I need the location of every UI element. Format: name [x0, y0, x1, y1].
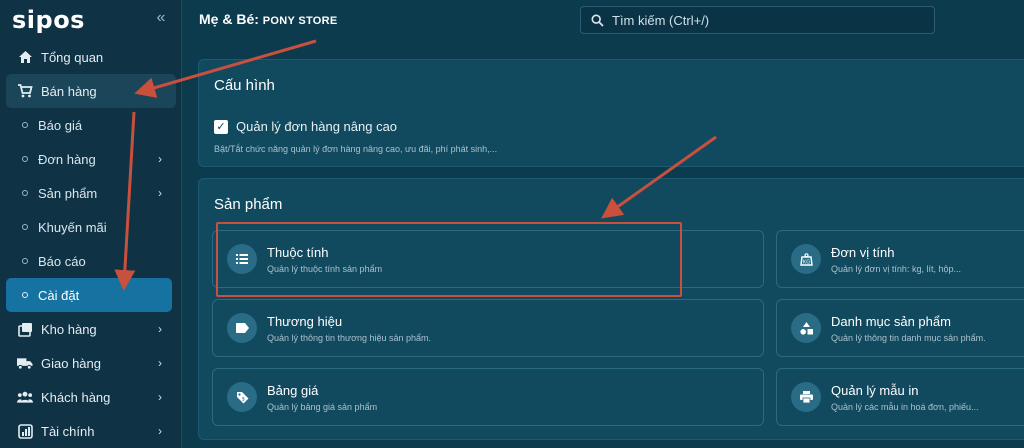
truck-icon [17, 355, 33, 371]
users-icon [17, 389, 33, 405]
collapse-sidebar-icon[interactable]: « [152, 9, 170, 27]
page-title: Mẹ & Bé: PONY STORE [199, 11, 338, 27]
checkbox-label: Quản lý đơn hàng nâng cao [236, 119, 398, 134]
bullet-icon [22, 258, 28, 264]
sidebar-item-label: Kho hàng [41, 321, 97, 337]
list-icon [227, 244, 257, 274]
config-card: Cấu hình ✓ Quản lý đơn hàng nâng cao Bật… [198, 59, 1024, 167]
chevron-right-icon: › [158, 390, 162, 404]
home-icon [17, 49, 33, 65]
tile-price-list[interactable]: $ Bảng giá Quản lý bảng giá sản phẩm [212, 368, 764, 426]
svg-text:KG: KG [802, 259, 809, 265]
sidebar-item-shipping[interactable]: Giao hàng › [0, 346, 182, 380]
sidebar-nav: Tổng quan Bán hàng ⌄ Báo giá Đơn hàng › … [0, 40, 182, 448]
sidebar-item-label: Báo giá [38, 117, 83, 133]
price-tag-icon: $ [227, 382, 257, 412]
chevron-down-icon: ⌄ [145, 84, 156, 98]
search-icon [591, 13, 604, 27]
sidebar-item-sales[interactable]: Bán hàng ⌄ [6, 74, 176, 108]
sidebar-subitem-promotions[interactable]: Khuyến mãi [0, 210, 182, 244]
sidebar-item-label: Tài chính [41, 423, 95, 439]
tile-description: Quản lý thông tin danh mục sản phẩm. [831, 333, 986, 343]
tile-attributes[interactable]: Thuộc tính Quản lý thuộc tính sản phẩm [212, 230, 764, 288]
store-category: Mẹ & Bé: [199, 11, 263, 27]
sidebar-subitem-settings[interactable]: Cài đặt [6, 278, 172, 312]
tile-title: Bảng giá [267, 383, 319, 398]
sidebar-subitem-quotes[interactable]: Báo giá [0, 108, 182, 142]
sidebar-item-warehouse[interactable]: Kho hàng › [0, 312, 182, 346]
config-hint: Bật/Tắt chức năng quản lý đơn hàng nâng … [214, 144, 498, 154]
sidebar-item-overview[interactable]: Tổng quan [0, 40, 182, 74]
tile-description: Quản lý thuộc tính sản phẩm [267, 264, 383, 274]
category-icon [791, 313, 821, 343]
bullet-icon [22, 292, 28, 298]
scale-icon: KG [791, 244, 821, 274]
printer-icon [791, 382, 821, 412]
bullet-icon [22, 156, 28, 162]
sidebar-item-label: Khách hàng [41, 389, 111, 405]
label-icon [227, 313, 257, 343]
logo-text: sipos [12, 6, 85, 34]
tile-categories[interactable]: Danh mục sản phẩm Quản lý thông tin danh… [776, 299, 1024, 357]
chevron-right-icon: › [158, 424, 162, 438]
tile-brands[interactable]: Thương hiệu Quản lý thông tin thương hiệ… [212, 299, 764, 357]
svg-text:$: $ [241, 396, 244, 402]
sidebar-subitem-orders[interactable]: Đơn hàng › [0, 142, 182, 176]
tile-title: Quản lý mẫu in [831, 383, 919, 398]
store-name: PONY STORE [262, 15, 338, 27]
tile-title: Thuộc tính [267, 245, 329, 260]
tile-title: Thương hiệu [267, 314, 343, 329]
finance-icon [17, 423, 33, 439]
tile-description: Quản lý đơn vị tính: kg, lít, hộp... [831, 264, 961, 274]
bullet-icon [22, 122, 28, 128]
top-bar: Mẹ & Bé: PONY STORE Tìm kiếm (Ctrl+/) [183, 0, 1024, 40]
sidebar-item-label: Cài đặt [38, 287, 80, 303]
chevron-right-icon: › [158, 186, 162, 200]
tile-description: Quản lý thông tin thương hiệu sản phẩm. [267, 333, 432, 343]
advanced-order-toggle[interactable]: ✓ Quản lý đơn hàng nâng cao [214, 119, 397, 134]
chevron-right-icon: › [158, 322, 162, 336]
sidebar-item-label: Tổng quan [41, 49, 104, 65]
sidebar-item-customers[interactable]: Khách hàng › [0, 380, 182, 414]
tile-units[interactable]: KG Đơn vị tính Quản lý đơn vị tính: kg, … [776, 230, 1024, 288]
chevron-right-icon: › [158, 356, 162, 370]
sidebar-item-label: Đơn hàng [38, 151, 96, 167]
sidebar-item-label: Khuyến mãi [38, 219, 107, 235]
tile-title: Đơn vị tính [831, 245, 895, 260]
sidebar-item-label: Sản phẩm [38, 185, 98, 201]
tile-title: Danh mục sản phẩm [831, 314, 951, 329]
search-placeholder: Tìm kiếm (Ctrl+/) [612, 12, 710, 28]
app-logo[interactable]: sipos [12, 4, 85, 36]
sidebar-subitem-reports[interactable]: Báo cáo [0, 244, 182, 278]
sidebar-item-label: Giao hàng [41, 355, 101, 371]
tile-description: Quản lý bảng giá sản phẩm [267, 402, 378, 412]
tile-description: Quản lý các mẫu in hoá đơn, phiếu... [831, 402, 979, 412]
tile-print-templates[interactable]: Quản lý mẫu in Quản lý các mẫu in hoá đơ… [776, 368, 1024, 426]
checkbox-checked-icon[interactable]: ✓ [214, 119, 228, 134]
search-input[interactable]: Tìm kiếm (Ctrl+/) [580, 6, 935, 34]
sidebar-item-label: Báo cáo [38, 253, 86, 269]
warehouse-icon [17, 321, 33, 337]
config-title: Cấu hình [214, 77, 275, 94]
bullet-icon [22, 190, 28, 196]
sidebar-subitem-products[interactable]: Sản phẩm › [0, 176, 182, 210]
sidebar-item-finance[interactable]: Tài chính › [0, 414, 182, 448]
sidebar: sipos « Tổng quan Bán hàng ⌄ Báo giá Đơn… [0, 0, 182, 448]
cart-icon [17, 83, 33, 99]
products-title: Sản phẩm [214, 196, 283, 213]
chevron-right-icon: › [158, 152, 162, 166]
sidebar-item-label: Bán hàng [41, 83, 97, 99]
bullet-icon [22, 224, 28, 230]
